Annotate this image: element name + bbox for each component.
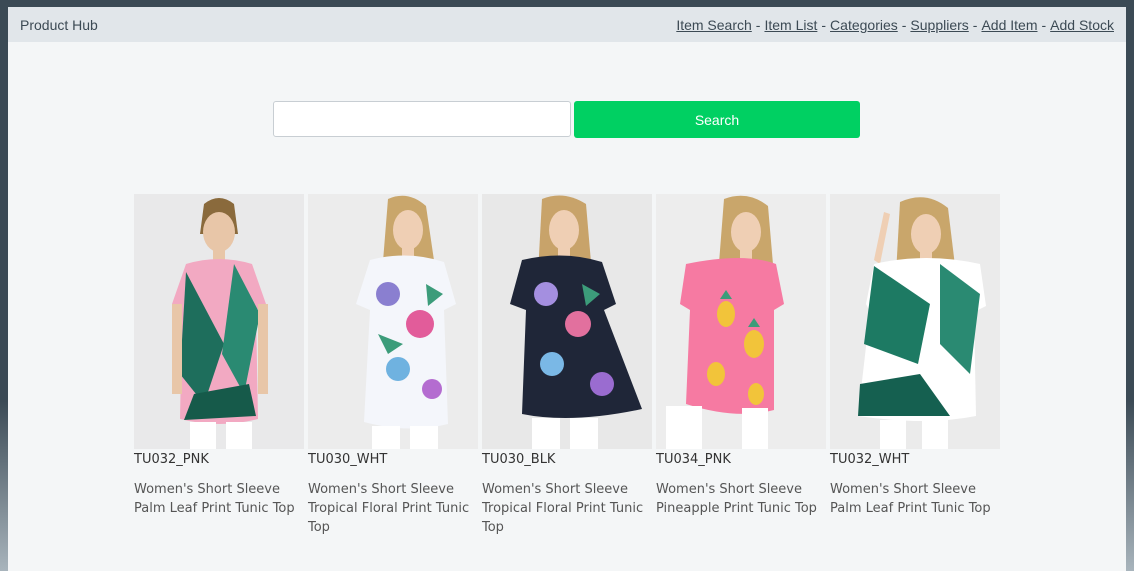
brand-title: Product Hub xyxy=(20,16,98,33)
product-sku: TU030_WHT xyxy=(308,452,388,467)
nav-separator: - xyxy=(1041,16,1047,33)
product-card[interactable]: TU030_BLK Women's Short Sleeve Tropical … xyxy=(482,194,652,537)
product-photo-black-floral xyxy=(482,194,652,449)
product-card[interactable]: TU032_WHT Women's Short Sleeve Palm Leaf… xyxy=(830,194,1000,537)
app-window: Product Hub Item Search - Item List - Catego… xyxy=(8,7,1126,571)
product-card[interactable]: TU030_WHT Women's Short Sleeve Tropical … xyxy=(308,194,478,537)
nav-separator: - xyxy=(901,16,907,33)
product-sku: TU030_BLK xyxy=(482,452,556,467)
product-name[interactable]: Women's Short Sleeve Tropical Floral Pri… xyxy=(308,480,478,537)
product-card[interactable]: TU032_PNK Women's Short Sleeve Palm Leaf… xyxy=(134,194,304,537)
search-input[interactable] xyxy=(273,101,571,137)
search-button[interactable]: Search xyxy=(574,101,860,138)
product-image[interactable] xyxy=(482,194,652,449)
product-card[interactable]: TU034_PNK Women's Short Sleeve Pineapple… xyxy=(656,194,826,537)
product-name[interactable]: Women's Short Sleeve Tropical Floral Pri… xyxy=(482,480,652,537)
nav-links: Item Search - Item List - Categories - Supplie… xyxy=(676,17,1114,33)
nav-suppliers[interactable]: Suppliers xyxy=(910,17,968,33)
product-name[interactable]: Women's Short Sleeve Palm Leaf Print Tun… xyxy=(134,480,304,518)
product-photo-white-floral xyxy=(308,194,478,449)
product-photo-pink-pineapple xyxy=(656,194,826,449)
product-grid: TU032_PNK Women's Short Sleeve Palm Leaf… xyxy=(134,194,1000,537)
product-name[interactable]: Women's Short Sleeve Pineapple Print Tun… xyxy=(656,480,826,518)
nav-separator: - xyxy=(972,16,978,33)
search-bar: Search xyxy=(273,101,860,138)
product-sku: TU034_PNK xyxy=(656,452,731,467)
nav-separator: - xyxy=(821,16,827,33)
product-sku: TU032_WHT xyxy=(830,452,910,467)
product-image[interactable] xyxy=(134,194,304,449)
product-photo-pink-palm xyxy=(134,194,304,449)
product-image[interactable] xyxy=(830,194,1000,449)
product-sku: TU032_PNK xyxy=(134,452,209,467)
nav-item-search[interactable]: Item Search xyxy=(676,17,751,33)
nav-categories[interactable]: Categories xyxy=(830,17,898,33)
product-name[interactable]: Women's Short Sleeve Palm Leaf Print Tun… xyxy=(830,480,1000,518)
nav-add-item[interactable]: Add Item xyxy=(981,17,1037,33)
product-photo-white-palm xyxy=(830,194,1000,449)
nav-separator: - xyxy=(755,16,761,33)
top-navbar: Product Hub Item Search - Item List - Catego… xyxy=(8,7,1126,42)
product-image[interactable] xyxy=(308,194,478,449)
product-image[interactable] xyxy=(656,194,826,449)
nav-item-list[interactable]: Item List xyxy=(764,17,817,33)
nav-add-stock[interactable]: Add Stock xyxy=(1050,17,1114,33)
